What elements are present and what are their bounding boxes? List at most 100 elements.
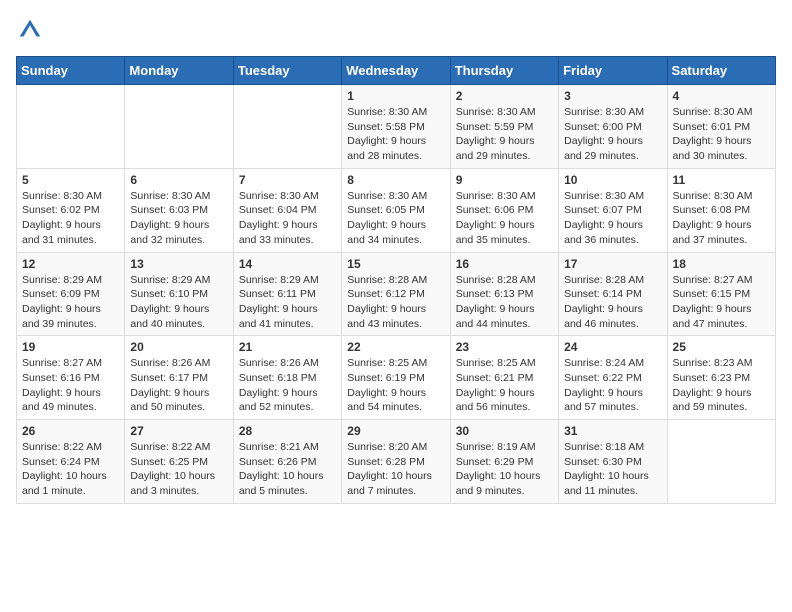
day-number: 13 (130, 257, 227, 271)
calendar-cell: 12Sunrise: 8:29 AM Sunset: 6:09 PM Dayli… (17, 252, 125, 336)
day-number: 29 (347, 424, 444, 438)
calendar-cell: 10 Sunrise: 8:30 AM Sunset: 6:07 PM Dayli… (559, 168, 667, 252)
calendar-cell (233, 85, 341, 169)
day-number: 8 (347, 173, 444, 187)
day-info: Sunrise: 8:25 AM Sunset: 6:19 PM Dayligh… (347, 356, 444, 415)
calendar-cell: 26 Sunrise: 8:22 AM Sunset: 6:24 PM Dayli… (17, 420, 125, 504)
day-info: Sunrise: 8:26 AM Sunset: 6:18 PM Dayligh… (239, 356, 336, 415)
day-info: Sunrise: 8:30 AM Sunset: 5:59 PM Dayligh… (456, 105, 553, 164)
day-number: 21 (239, 340, 336, 354)
calendar-week-row: 19 Sunrise: 8:27 AM Sunset: 6:16 PM Dayli… (17, 336, 776, 420)
page-header (16, 16, 776, 44)
calendar-cell: 7Sunrise: 8:30 AM Sunset: 6:04 PM Daylig… (233, 168, 341, 252)
day-info: Sunrise: 8:21 AM Sunset: 6:26 PM Dayligh… (239, 440, 336, 499)
calendar-cell: 22 Sunrise: 8:25 AM Sunset: 6:19 PM Dayli… (342, 336, 450, 420)
weekday-header: Friday (559, 57, 667, 85)
day-number: 17 (564, 257, 661, 271)
day-number: 31 (564, 424, 661, 438)
calendar-cell: 30 Sunrise: 8:19 AM Sunset: 6:29 PM Dayli… (450, 420, 558, 504)
day-info: Sunrise: 8:20 AM Sunset: 6:28 PM Dayligh… (347, 440, 444, 499)
calendar-cell: 25 Sunrise: 8:23 AM Sunset: 6:23 PM Dayli… (667, 336, 775, 420)
day-info: Sunrise: 8:26 AM Sunset: 6:17 PM Dayligh… (130, 356, 227, 415)
day-number: 27 (130, 424, 227, 438)
day-info: Sunrise: 8:18 AM Sunset: 6:30 PM Dayligh… (564, 440, 661, 499)
day-number: 20 (130, 340, 227, 354)
weekday-header: Wednesday (342, 57, 450, 85)
calendar-week-row: 12Sunrise: 8:29 AM Sunset: 6:09 PM Dayli… (17, 252, 776, 336)
calendar-cell: 5Sunrise: 8:30 AM Sunset: 6:02 PM Daylig… (17, 168, 125, 252)
calendar-cell: 14 Sunrise: 8:29 AM Sunset: 6:11 PM Dayli… (233, 252, 341, 336)
calendar-week-row: 26 Sunrise: 8:22 AM Sunset: 6:24 PM Dayli… (17, 420, 776, 504)
day-info: Sunrise: 8:22 AM Sunset: 6:24 PM Dayligh… (22, 440, 119, 499)
calendar-cell: 29 Sunrise: 8:20 AM Sunset: 6:28 PM Dayli… (342, 420, 450, 504)
day-number: 18 (673, 257, 770, 271)
day-info: Sunrise: 8:25 AM Sunset: 6:21 PM Dayligh… (456, 356, 553, 415)
day-number: 23 (456, 340, 553, 354)
calendar-cell (125, 85, 233, 169)
day-number: 22 (347, 340, 444, 354)
logo-icon (16, 16, 44, 44)
calendar-week-row: 1 Sunrise: 8:30 AM Sunset: 5:58 PM Daylig… (17, 85, 776, 169)
calendar-header: SundayMondayTuesdayWednesdayThursdayFrid… (17, 57, 776, 85)
day-number: 9 (456, 173, 553, 187)
day-number: 25 (673, 340, 770, 354)
day-number: 28 (239, 424, 336, 438)
day-number: 24 (564, 340, 661, 354)
calendar-cell: 23 Sunrise: 8:25 AM Sunset: 6:21 PM Dayli… (450, 336, 558, 420)
day-number: 30 (456, 424, 553, 438)
day-number: 19 (22, 340, 119, 354)
calendar-cell: 1 Sunrise: 8:30 AM Sunset: 5:58 PM Daylig… (342, 85, 450, 169)
calendar-cell: 28 Sunrise: 8:21 AM Sunset: 6:26 PM Dayli… (233, 420, 341, 504)
day-number: 7 (239, 173, 336, 187)
day-number: 26 (22, 424, 119, 438)
day-info: Sunrise: 8:27 AM Sunset: 6:16 PM Dayligh… (22, 356, 119, 415)
day-info: Sunrise: 8:23 AM Sunset: 6:23 PM Dayligh… (673, 356, 770, 415)
calendar-cell: 27 Sunrise: 8:22 AM Sunset: 6:25 PM Dayli… (125, 420, 233, 504)
calendar-cell: 2 Sunrise: 8:30 AM Sunset: 5:59 PM Daylig… (450, 85, 558, 169)
day-number: 11 (673, 173, 770, 187)
calendar-cell: 24Sunrise: 8:24 AM Sunset: 6:22 PM Dayli… (559, 336, 667, 420)
day-info: Sunrise: 8:29 AM Sunset: 6:11 PM Dayligh… (239, 273, 336, 332)
calendar-cell: 6Sunrise: 8:30 AM Sunset: 6:03 PM Daylig… (125, 168, 233, 252)
day-number: 2 (456, 89, 553, 103)
calendar-cell: 13 Sunrise: 8:29 AM Sunset: 6:10 PM Dayli… (125, 252, 233, 336)
weekday-header: Saturday (667, 57, 775, 85)
day-info: Sunrise: 8:30 AM Sunset: 6:02 PM Dayligh… (22, 189, 119, 248)
logo (16, 16, 48, 44)
day-info: Sunrise: 8:30 AM Sunset: 6:00 PM Dayligh… (564, 105, 661, 164)
day-info: Sunrise: 8:30 AM Sunset: 6:05 PM Dayligh… (347, 189, 444, 248)
day-info: Sunrise: 8:22 AM Sunset: 6:25 PM Dayligh… (130, 440, 227, 499)
calendar-cell: 16 Sunrise: 8:28 AM Sunset: 6:13 PM Dayli… (450, 252, 558, 336)
calendar-cell: 21 Sunrise: 8:26 AM Sunset: 6:18 PM Dayli… (233, 336, 341, 420)
day-info: Sunrise: 8:30 AM Sunset: 5:58 PM Dayligh… (347, 105, 444, 164)
calendar-cell: 4 Sunrise: 8:30 AM Sunset: 6:01 PM Daylig… (667, 85, 775, 169)
day-number: 10 (564, 173, 661, 187)
day-info: Sunrise: 8:28 AM Sunset: 6:13 PM Dayligh… (456, 273, 553, 332)
day-info: Sunrise: 8:30 AM Sunset: 6:08 PM Dayligh… (673, 189, 770, 248)
weekday-header-row: SundayMondayTuesdayWednesdayThursdayFrid… (17, 57, 776, 85)
day-number: 4 (673, 89, 770, 103)
calendar-cell: 11 Sunrise: 8:30 AM Sunset: 6:08 PM Dayli… (667, 168, 775, 252)
day-info: Sunrise: 8:30 AM Sunset: 6:06 PM Dayligh… (456, 189, 553, 248)
day-info: Sunrise: 8:30 AM Sunset: 6:03 PM Dayligh… (130, 189, 227, 248)
day-info: Sunrise: 8:19 AM Sunset: 6:29 PM Dayligh… (456, 440, 553, 499)
day-number: 16 (456, 257, 553, 271)
calendar-cell: 17 Sunrise: 8:28 AM Sunset: 6:14 PM Dayli… (559, 252, 667, 336)
calendar-cell: 31 Sunrise: 8:18 AM Sunset: 6:30 PM Dayli… (559, 420, 667, 504)
day-info: Sunrise: 8:30 AM Sunset: 6:07 PM Dayligh… (564, 189, 661, 248)
calendar-cell: 9 Sunrise: 8:30 AM Sunset: 6:06 PM Daylig… (450, 168, 558, 252)
weekday-header: Tuesday (233, 57, 341, 85)
day-number: 14 (239, 257, 336, 271)
calendar-week-row: 5Sunrise: 8:30 AM Sunset: 6:02 PM Daylig… (17, 168, 776, 252)
weekday-header: Sunday (17, 57, 125, 85)
day-number: 15 (347, 257, 444, 271)
day-info: Sunrise: 8:28 AM Sunset: 6:14 PM Dayligh… (564, 273, 661, 332)
calendar-body: 1 Sunrise: 8:30 AM Sunset: 5:58 PM Daylig… (17, 85, 776, 504)
day-info: Sunrise: 8:29 AM Sunset: 6:10 PM Dayligh… (130, 273, 227, 332)
calendar-table: SundayMondayTuesdayWednesdayThursdayFrid… (16, 56, 776, 504)
day-info: Sunrise: 8:27 AM Sunset: 6:15 PM Dayligh… (673, 273, 770, 332)
calendar-cell: 19 Sunrise: 8:27 AM Sunset: 6:16 PM Dayli… (17, 336, 125, 420)
day-number: 1 (347, 89, 444, 103)
day-info: Sunrise: 8:30 AM Sunset: 6:01 PM Dayligh… (673, 105, 770, 164)
calendar-cell (17, 85, 125, 169)
